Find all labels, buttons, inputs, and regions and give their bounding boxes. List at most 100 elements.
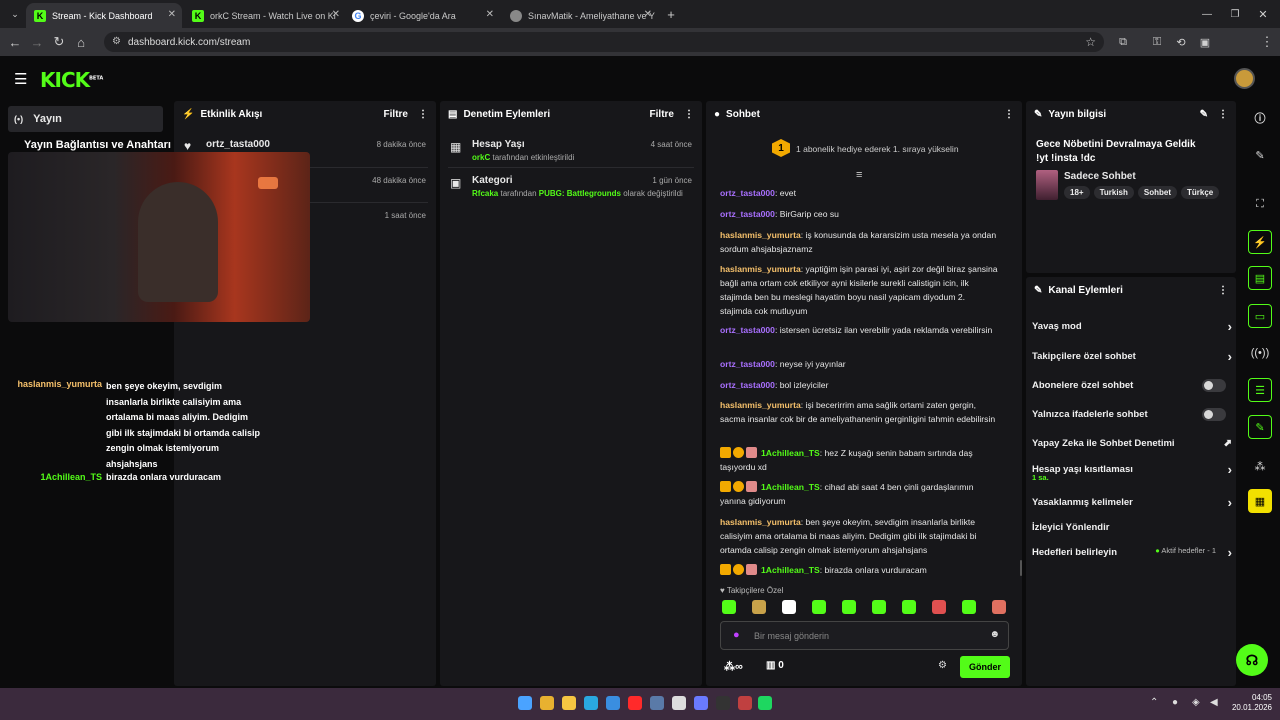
hamburger-menu-icon[interactable]: ☰ xyxy=(14,70,27,88)
more-options-icon[interactable]: ⋮ xyxy=(684,109,694,120)
toggle-switch[interactable] xyxy=(1202,407,1226,421)
windows-start-icon[interactable] xyxy=(518,696,532,710)
back-button[interactable]: ← xyxy=(4,31,26,53)
extensions-icon[interactable]: ⧉ xyxy=(1112,31,1134,53)
more-options-icon[interactable]: ⋮ xyxy=(1218,285,1228,296)
clock[interactable]: 04:05 20.01.2026 xyxy=(1228,693,1272,713)
channel-action-row[interactable]: Takipçilere özel sohbet › xyxy=(1032,348,1232,364)
minimize-button[interactable]: — xyxy=(1196,3,1218,25)
channel-action-row[interactable]: Abonelere özel sohbet xyxy=(1032,377,1232,393)
moderation-icon[interactable]: ☰ xyxy=(1248,378,1272,402)
close-tab-icon[interactable]: ✕ xyxy=(486,9,494,20)
home-icon[interactable]: ⌂ xyxy=(70,31,92,53)
maximize-button[interactable]: ❐ xyxy=(1224,3,1246,25)
activity-user[interactable]: ortz_tasta000 xyxy=(206,139,270,150)
viewers-count[interactable]: ⁂∞ xyxy=(724,660,743,673)
emote-icon[interactable] xyxy=(782,600,796,614)
discord-icon[interactable] xyxy=(694,696,708,710)
more-options-icon[interactable]: ⋮ xyxy=(418,109,428,120)
bolt-icon[interactable]: ⚡ xyxy=(1248,230,1272,254)
emote-icon[interactable] xyxy=(872,600,886,614)
channel-action-row[interactable]: Hedefleri belirleyin ● Aktif hedefler - 1… xyxy=(1032,544,1232,560)
channel-action-row[interactable]: Yavaş mod › xyxy=(1032,318,1232,334)
moderation-actor[interactable]: Rfcaka xyxy=(472,189,498,198)
new-tab-button[interactable]: + xyxy=(660,3,682,25)
send-button[interactable]: Gönder xyxy=(960,656,1010,678)
network-icon[interactable]: ⁂ xyxy=(1248,454,1272,478)
stream-key-title[interactable]: Yayın Bağlantısı ve Anahtarı xyxy=(24,139,171,151)
close-tab-icon[interactable]: ✕ xyxy=(644,9,652,20)
side-panel-icon[interactable]: ▣ xyxy=(1194,31,1216,53)
edge-icon[interactable] xyxy=(584,696,598,710)
emote-icon[interactable] xyxy=(902,600,916,614)
chat-input[interactable]: ● Bir mesaj gönderin ☻ xyxy=(720,621,1009,650)
wrench-icon[interactable]: ✎ xyxy=(1248,415,1272,439)
chat-username[interactable]: haslanmis_yumurta xyxy=(720,264,801,274)
channel-action-row[interactable]: Yalnızca ifadelerle sohbet xyxy=(1032,406,1232,422)
steam-icon[interactable] xyxy=(650,696,664,710)
channel-action-row[interactable]: İzleyici Yönlendir xyxy=(1032,519,1232,535)
gift-promo-text[interactable]: 1 abonelik hediye ederek 1. sıraya yükse… xyxy=(796,144,959,154)
browser-tab-google-search[interactable]: G çeviri - Google'da Ara ✕ xyxy=(344,3,500,28)
toggle-switch[interactable] xyxy=(1202,378,1226,392)
chat-username[interactable]: 1Achillean_TS xyxy=(761,565,820,575)
moderation-actor[interactable]: orkC xyxy=(472,153,490,162)
forward-button[interactable]: → xyxy=(26,31,48,53)
browser-tab-orkc-stream[interactable]: K orkC Stream - Watch Live on Ki ✕ xyxy=(184,3,346,28)
store-icon[interactable] xyxy=(606,696,620,710)
clip-icon[interactable]: ▦ xyxy=(1248,489,1272,513)
tab-search-icon[interactable]: ⌄ xyxy=(4,3,26,25)
pinned-collapse-icon[interactable]: ≡ xyxy=(856,169,862,181)
channel-action-row[interactable]: Hesap yaşı kısıtlaması 1 sa. › xyxy=(1032,461,1232,483)
emote-icon[interactable] xyxy=(812,600,826,614)
app-icon[interactable] xyxy=(672,696,686,710)
chat-username[interactable]: 1Achillean_TS xyxy=(761,448,820,458)
volume-icon[interactable]: ◀ xyxy=(1210,697,1218,708)
channel-action-row[interactable]: Yasaklanmış kelimeler › xyxy=(1032,494,1232,510)
chat-username[interactable]: ortz_tasta000 xyxy=(720,325,775,335)
close-tab-icon[interactable]: ✕ xyxy=(168,9,176,20)
reload-button[interactable]: ↻ xyxy=(48,31,70,53)
filter-button[interactable]: Filtre xyxy=(384,109,408,120)
fullscreen-icon[interactable]: ⛶ xyxy=(1248,192,1272,216)
kick-logo[interactable]: KICKBETA xyxy=(40,68,103,92)
chat-username[interactable]: haslanmis_yumurta xyxy=(720,230,801,240)
bookmark-star-icon[interactable]: ☆ xyxy=(1085,35,1096,49)
edit-pencil-icon[interactable]: ✎ xyxy=(1200,109,1208,120)
nav-item-stream[interactable]: (•) Yayın xyxy=(8,106,163,132)
file-explorer-icon[interactable] xyxy=(562,696,576,710)
chat-username[interactable]: haslanmis_yumurta xyxy=(720,517,801,527)
info-icon[interactable]: ⓘ xyxy=(1248,106,1272,130)
channel-action-row[interactable]: Yapay Zeka ile Sohbet Denetimi ⬈ xyxy=(1032,435,1232,451)
password-key-icon[interactable]: ⚿ xyxy=(1146,31,1168,53)
chat-username[interactable]: ortz_tasta000 xyxy=(720,380,775,390)
broadcast-icon[interactable]: ((•)) xyxy=(1248,341,1272,365)
emote-icon[interactable] xyxy=(962,600,976,614)
obs-icon[interactable] xyxy=(716,696,730,710)
more-options-icon[interactable]: ⋮ xyxy=(1004,109,1014,120)
chat-bubble-icon[interactable]: ▭ xyxy=(1248,304,1272,328)
emoji-icon[interactable]: ☻ xyxy=(989,629,1000,640)
chat-username[interactable]: ortz_tasta000 xyxy=(720,359,775,369)
microphone-icon[interactable]: ● xyxy=(1172,697,1178,708)
spotify-icon[interactable] xyxy=(758,696,772,710)
document-icon[interactable]: ▤ xyxy=(1248,266,1272,290)
chat-username[interactable]: ortz_tasta000 xyxy=(720,188,775,198)
history-icon[interactable]: ⟲ xyxy=(1170,31,1192,53)
network-wifi-icon[interactable]: ◈ xyxy=(1192,697,1200,708)
emote-icon[interactable] xyxy=(992,600,1006,614)
chat-settings-gear-icon[interactable]: ⚙ xyxy=(938,660,947,671)
close-window-button[interactable]: ✕ xyxy=(1252,3,1274,25)
emote-icon[interactable] xyxy=(722,600,736,614)
tray-chevron-icon[interactable]: ⌃ xyxy=(1150,697,1158,708)
more-options-icon[interactable]: ⋮ xyxy=(1218,109,1228,120)
filter-button[interactable]: Filtre xyxy=(650,109,674,120)
chat-username[interactable]: haslanmis_yumurta xyxy=(720,400,801,410)
app-icon[interactable] xyxy=(738,696,752,710)
chrome-icon[interactable] xyxy=(540,696,554,710)
chat-username[interactable]: 1Achillean_TS xyxy=(761,482,820,492)
emote-icon[interactable] xyxy=(752,600,766,614)
emote-icon[interactable] xyxy=(842,600,856,614)
chat-scrollbar[interactable] xyxy=(1020,560,1022,576)
site-info-icon[interactable]: ⚙ xyxy=(112,36,121,47)
